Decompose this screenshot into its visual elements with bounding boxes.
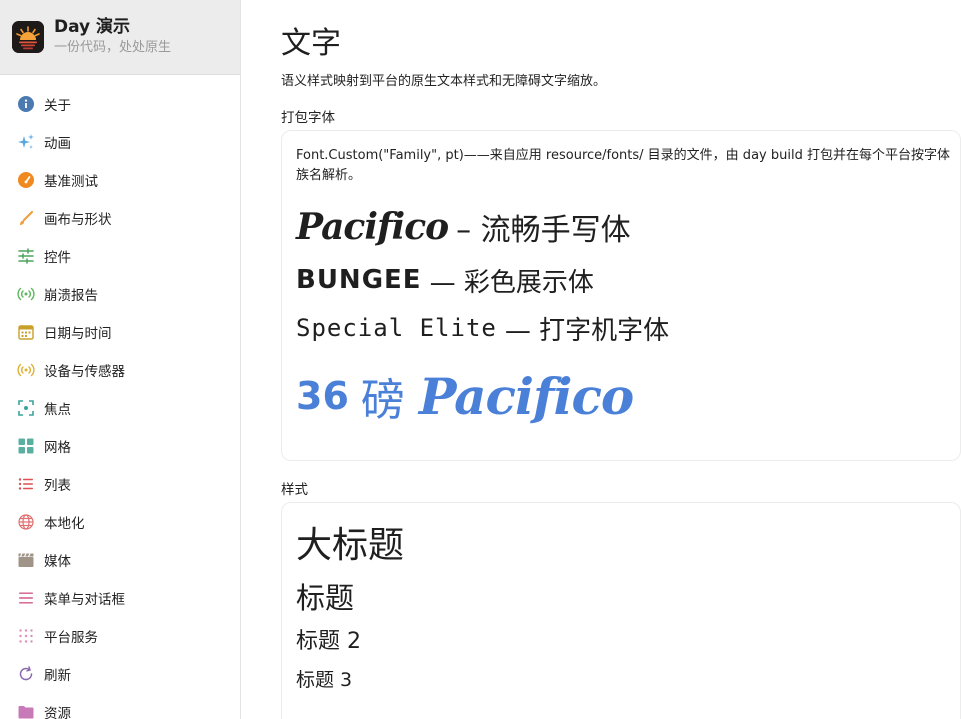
- sidebar-item-label: 刷新: [44, 668, 71, 684]
- sidebar-item-focus[interactable]: 焦点: [0, 389, 240, 427]
- sidebar-item-label: 资源: [44, 706, 71, 719]
- clapper-icon: [17, 551, 35, 569]
- sidebar-item-label: 画布与形状: [44, 212, 112, 228]
- style-title-3: 标题 3: [296, 669, 353, 691]
- info-icon: [17, 95, 35, 113]
- font-sample-large: 36 磅 Pacifico: [296, 366, 946, 430]
- font-sample-special-elite: Special Elite — 打字机字体: [296, 308, 946, 348]
- grid-icon: [17, 437, 35, 455]
- sidebar-item-controls[interactable]: 控件: [0, 237, 240, 275]
- sidebar-item-label: 动画: [44, 136, 71, 152]
- sidebar-item-label: 焦点: [44, 402, 71, 418]
- style-large-title: 大标题: [296, 525, 405, 566]
- globe-icon: [17, 513, 35, 531]
- bundled-fonts-card: Font.Custom("Family", pt)——来自应用 resource…: [281, 130, 961, 461]
- list-icon: [17, 475, 35, 493]
- app-name: Day 演示: [54, 17, 131, 37]
- sidebar-item-label: 崩溃报告: [44, 288, 98, 304]
- font-sample-desc: — 彩色展示体: [429, 267, 594, 298]
- sidebar-item-crash-report[interactable]: 崩溃报告: [0, 275, 240, 313]
- folder-icon: [17, 703, 35, 719]
- bundled-fonts-note: Font.Custom("Family", pt)——来自应用 resource…: [296, 148, 950, 183]
- sidebar-item-label: 平台服务: [44, 630, 98, 646]
- sidebar-item-canvas[interactable]: 画布与形状: [0, 199, 240, 237]
- dots-grid-icon: [17, 627, 35, 645]
- section-label-bundled-fonts: 打包字体: [281, 110, 335, 126]
- page-description: 语义样式映射到平台的原生文本样式和无障碍文字缩放。: [281, 74, 607, 89]
- app-logo-icon: [12, 21, 44, 53]
- font-sample-bungee: BUNGEE — 彩色展示体: [296, 260, 946, 300]
- sidebar-item-label: 日期与时间: [44, 326, 112, 342]
- styles-card: 大标题 标题 标题 2 标题 3: [281, 502, 961, 719]
- sidebar-item-label: 媒体: [44, 554, 71, 570]
- sparkles-icon: [17, 133, 35, 151]
- sidebar-item-about[interactable]: 关于: [0, 85, 240, 123]
- font-sample-size: 36: [296, 374, 349, 418]
- brush-icon: [17, 209, 35, 227]
- sidebar-nav: 关于 动画 基准测试 画布与形状 控件 崩溃报告 日期与时间 设备与传感器 焦点…: [0, 75, 240, 719]
- sidebar-item-label: 关于: [44, 98, 71, 114]
- sidebar-item-devices-sensors[interactable]: 设备与传感器: [0, 351, 240, 389]
- sidebar-item-grid[interactable]: 网格: [0, 427, 240, 465]
- sidebar-item-media[interactable]: 媒体: [0, 541, 240, 579]
- page-title: 文字: [281, 26, 341, 61]
- menu-icon: [17, 589, 35, 607]
- sliders-icon: [17, 247, 35, 265]
- sidebar-item-label: 控件: [44, 250, 71, 266]
- sensor-icon: [17, 361, 35, 379]
- main-content: 文字 语义样式映射到平台的原生文本样式和无障碍文字缩放。 打包字体 Font.C…: [241, 0, 961, 719]
- sidebar-item-label: 列表: [44, 478, 71, 494]
- font-sample-name: Special Elite: [296, 314, 497, 342]
- font-sample-name: Pacifico: [418, 366, 634, 426]
- calendar-icon: [17, 323, 35, 341]
- sidebar-item-label: 菜单与对话框: [44, 592, 125, 608]
- sidebar-item-label: 本地化: [44, 516, 85, 532]
- section-label-styles: 样式: [281, 482, 308, 498]
- sidebar-item-platform-services[interactable]: 平台服务: [0, 617, 240, 655]
- sidebar-item-label: 基准测试: [44, 174, 98, 190]
- gauge-icon: [17, 171, 35, 189]
- sidebar-item-list[interactable]: 列表: [0, 465, 240, 503]
- app-subtitle: 一份代码，处处原生: [54, 40, 172, 55]
- refresh-icon: [17, 665, 35, 683]
- font-sample-unit: 磅: [360, 375, 405, 426]
- sidebar-item-label: 网格: [44, 440, 71, 456]
- style-title: 标题: [296, 581, 355, 615]
- sidebar-item-refresh[interactable]: 刷新: [0, 655, 240, 693]
- font-sample-pacifico: Pacifico – 流畅手写体: [296, 204, 946, 250]
- sidebar-item-menus-dialogs[interactable]: 菜单与对话框: [0, 579, 240, 617]
- sidebar-item-label: 设备与传感器: [44, 364, 125, 380]
- sidebar-item-localization[interactable]: 本地化: [0, 503, 240, 541]
- sidebar-item-resources[interactable]: 资源: [0, 693, 240, 719]
- font-sample-desc: – 流畅手写体: [456, 213, 631, 248]
- sidebar-item-animation[interactable]: 动画: [0, 123, 240, 161]
- font-sample-name: BUNGEE: [296, 265, 422, 295]
- app-header: Day 演示 一份代码，处处原生: [0, 0, 240, 75]
- font-sample-desc: — 打字机字体: [504, 315, 670, 346]
- sidebar: Day 演示 一份代码，处处原生 关于 动画 基准测试 画布与形状 控件 崩溃报…: [0, 0, 241, 719]
- sidebar-item-date-time[interactable]: 日期与时间: [0, 313, 240, 351]
- font-sample-name: Pacifico: [296, 206, 449, 248]
- style-title-2: 标题 2: [296, 629, 361, 654]
- sidebar-item-benchmark[interactable]: 基准测试: [0, 161, 240, 199]
- focus-icon: [17, 399, 35, 417]
- broadcast-icon: [17, 285, 35, 303]
